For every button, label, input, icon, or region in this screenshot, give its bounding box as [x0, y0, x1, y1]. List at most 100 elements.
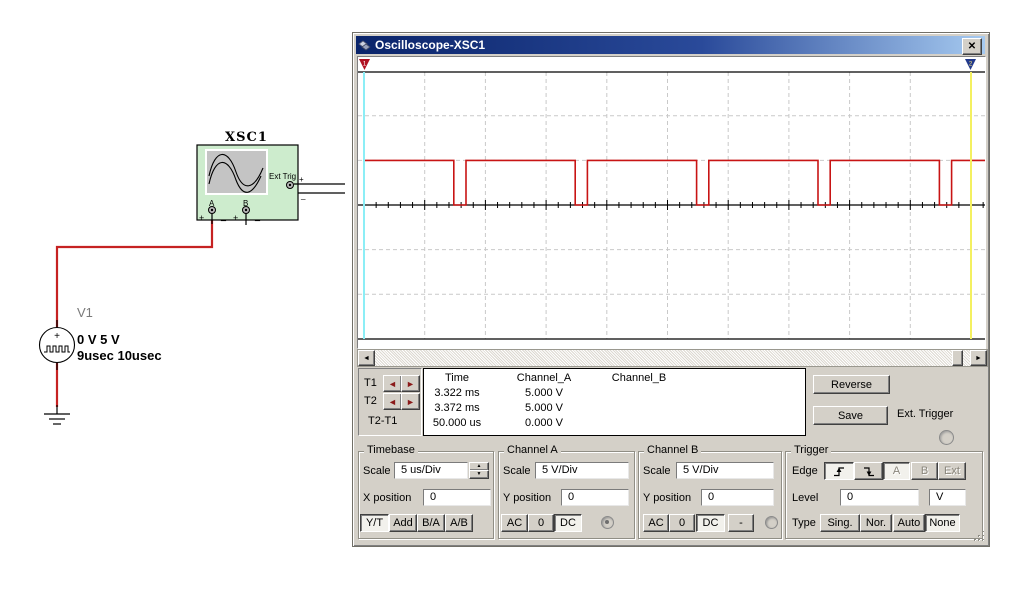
- channel-a-ypos-input[interactable]: 0: [561, 489, 629, 506]
- channel-b-ac-button[interactable]: AC: [643, 514, 669, 532]
- schematic-canvas: + V1 0 V 5 V 9usec 10usec Ext Trig + _ A…: [0, 0, 350, 460]
- cursor1-marker[interactable]: 1: [359, 59, 370, 70]
- scrollbar-thumb[interactable]: [952, 350, 963, 366]
- channel-b-scale-input[interactable]: 5 V/Div: [676, 462, 774, 479]
- cursor-panel: T1 ◄ ► T2 ◄ ► T2-T1: [358, 368, 422, 436]
- t2t1-label: T2-T1: [368, 415, 397, 427]
- t2-left-icon[interactable]: ◄: [383, 393, 402, 410]
- scroll-right-icon[interactable]: ►: [970, 350, 987, 366]
- channel-a-scale-input[interactable]: 5 V/Div: [535, 462, 629, 479]
- trigger-level-label: Level: [792, 492, 818, 504]
- t2t1-row: 50.000 us 0.000 V: [424, 417, 805, 432]
- scope-graticule: [358, 72, 985, 339]
- channel-b-ypos-input[interactable]: 0: [701, 489, 774, 506]
- trigger-legend: Trigger: [791, 444, 831, 456]
- rising-edge-icon: [832, 465, 846, 478]
- channel-a-ac-button[interactable]: AC: [501, 514, 528, 532]
- channel-a-0-button[interactable]: 0: [528, 514, 554, 532]
- scroll-left-icon[interactable]: ◄: [358, 350, 375, 366]
- close-icon[interactable]: ✕: [962, 38, 982, 55]
- t2-label: T2: [364, 395, 377, 407]
- xsc1-ref-label: XSC1: [225, 130, 268, 145]
- mode-yt-button[interactable]: Y/T: [360, 514, 389, 532]
- channel-a-trace: [364, 160, 985, 205]
- display-scrollbar[interactable]: ◄ ►: [357, 349, 988, 367]
- channel-a-legend: Channel A: [504, 444, 561, 456]
- edge-falling-button[interactable]: [854, 462, 883, 480]
- t1-right-icon[interactable]: ►: [401, 375, 420, 392]
- spin-down-icon[interactable]: ▼: [469, 470, 489, 479]
- timebase-group: Timebase Scale 5 us/Div ▲ ▼ X position 0…: [358, 451, 494, 539]
- edge-rising-button[interactable]: [824, 462, 854, 480]
- falling-edge-icon: [862, 465, 876, 478]
- titlebar[interactable]: Oscilloscope-XSC1 ✕: [356, 36, 985, 54]
- trigger-type-sing-button[interactable]: Sing.: [820, 514, 860, 532]
- term-a-minus: _: [220, 211, 227, 221]
- timebase-xpos-input[interactable]: 0: [423, 489, 491, 506]
- channel-b-scale-label: Scale: [643, 465, 671, 477]
- ext-trig-label: Ext Trig: [269, 172, 296, 181]
- v1-plus-mark: +: [54, 331, 60, 342]
- channel-b-ypos-label: Y position: [643, 492, 691, 504]
- readout-table: Time Channel_A Channel_B 3.322 ms 5.000 …: [423, 368, 806, 436]
- ext-trigger-label: Ext. Trigger: [897, 408, 953, 420]
- desktop: { "window": { "title": "Oscilloscope-XSC…: [0, 0, 1022, 599]
- mode-ab-button[interactable]: A/B: [445, 514, 473, 532]
- window-title: Oscilloscope-XSC1: [375, 38, 485, 52]
- trigger-source-b-button[interactable]: B: [911, 462, 938, 480]
- trigger-source-ext-button[interactable]: Ext: [938, 462, 966, 480]
- scope-display[interactable]: 1 2: [357, 56, 986, 349]
- t2-right-icon[interactable]: ►: [401, 393, 420, 410]
- app-icon: [358, 39, 371, 52]
- mode-ba-button[interactable]: B/A: [417, 514, 445, 532]
- t1-label: T1: [364, 377, 377, 389]
- ext-trigger-connector: [939, 430, 954, 445]
- trigger-edge-label: Edge: [792, 465, 818, 477]
- channel-a-group: Channel A Scale 5 V/Div Y position 0 AC …: [498, 451, 635, 539]
- channel-b-0-button[interactable]: 0: [669, 514, 695, 532]
- trigger-level-input[interactable]: 0: [840, 489, 919, 506]
- v1-value-label: 0 V 5 V: [77, 332, 120, 347]
- oscilloscope-window: Oscilloscope-XSC1 ✕ 1 2 ◄ ► T1 ◄ ► T2 ◄ …: [352, 32, 990, 547]
- term-b-plus: +: [233, 213, 238, 223]
- t1-left-icon[interactable]: ◄: [383, 375, 402, 392]
- t1-row: 3.322 ms 5.000 V: [424, 387, 805, 402]
- save-button[interactable]: Save: [813, 406, 888, 425]
- mode-add-button[interactable]: Add: [389, 514, 417, 532]
- cursor2-marker[interactable]: 2: [965, 59, 976, 70]
- trigger-source-a-button[interactable]: A: [883, 462, 910, 480]
- channel-b-legend: Channel B: [644, 444, 701, 456]
- ext-trig-plus: +: [299, 175, 304, 184]
- trigger-level-unit[interactable]: V: [929, 489, 966, 506]
- resize-grip[interactable]: [972, 529, 986, 543]
- timebase-xpos-label: X position: [363, 492, 411, 504]
- col-time: Time: [424, 372, 490, 387]
- trigger-type-auto-button[interactable]: Auto: [893, 514, 925, 532]
- ground-symbol[interactable]: [44, 405, 70, 424]
- col-channel-a: Channel_A: [490, 372, 598, 387]
- channel-a-scale-label: Scale: [503, 465, 531, 477]
- timebase-scale-label: Scale: [363, 465, 391, 477]
- term-a-plus: +: [199, 213, 204, 223]
- channel-a-ypos-label: Y position: [503, 492, 551, 504]
- trigger-type-nor-button[interactable]: Nor.: [860, 514, 892, 532]
- timebase-scale-input[interactable]: 5 us/Div: [394, 462, 468, 479]
- v1-symbol[interactable]: +: [40, 320, 75, 370]
- channel-b-neg-button[interactable]: -: [728, 514, 754, 532]
- xsc1-symbol[interactable]: Ext Trig + _ A B + _ + _: [197, 145, 345, 225]
- reverse-button[interactable]: Reverse: [813, 375, 890, 394]
- channel-b-dc-button[interactable]: DC: [696, 514, 725, 532]
- trigger-type-none-button[interactable]: None: [925, 514, 960, 532]
- v1-ref-label: V1: [77, 305, 93, 320]
- v1-timing-label: 9usec 10usec: [77, 348, 162, 363]
- col-channel-b: Channel_B: [598, 372, 680, 387]
- channel-b-probe-indicator: [765, 516, 778, 529]
- channel-a-probe-indicator: [601, 516, 614, 529]
- trigger-type-label: Type: [792, 517, 816, 529]
- ext-trig-minus: _: [300, 191, 306, 200]
- timebase-scale-spinner[interactable]: ▲ ▼: [469, 462, 487, 478]
- channel-b-group: Channel B Scale 5 V/Div Y position 0 AC …: [638, 451, 782, 539]
- term-b-minus: _: [254, 211, 261, 221]
- timebase-legend: Timebase: [364, 444, 418, 456]
- channel-a-dc-button[interactable]: DC: [554, 514, 582, 532]
